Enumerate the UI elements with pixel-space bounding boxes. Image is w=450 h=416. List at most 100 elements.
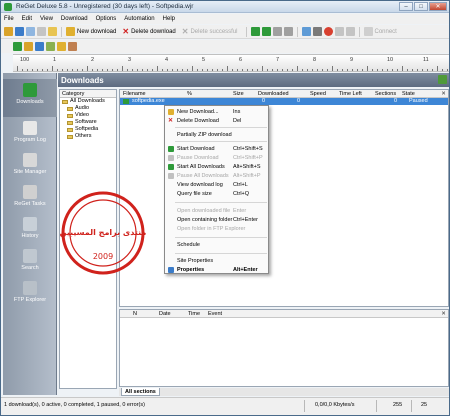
connect-button[interactable]: Connect	[363, 27, 397, 36]
ruler-tick	[167, 69, 168, 71]
context-item-view-log[interactable]: View download log Ctrl+L	[165, 181, 269, 189]
column-time-left[interactable]: Time Left	[339, 90, 362, 98]
speed-icon[interactable]	[345, 27, 355, 36]
menu-file[interactable]: File	[4, 16, 14, 22]
sidebar-item-site-manager[interactable]: Site Manager	[3, 151, 57, 181]
menu-edit[interactable]: Edit	[22, 16, 32, 22]
ruler-tick	[112, 69, 113, 71]
sidebar-item-ftp-explorer[interactable]: FTP Explorer	[3, 279, 57, 309]
delete-download-button[interactable]: ✕ Delete download	[122, 27, 175, 36]
log-column-n[interactable]: N	[133, 310, 137, 318]
list-view-icon[interactable]	[35, 42, 44, 51]
pause-all-icon	[168, 173, 174, 179]
log-column-time[interactable]: Time	[188, 310, 200, 318]
sidebar-item-search[interactable]: Search	[3, 247, 57, 277]
ruler-label: 8	[313, 57, 317, 63]
context-item-open-file[interactable]: Open downloaded file Enter	[165, 207, 269, 215]
category-icon[interactable]	[13, 42, 22, 51]
filter-icon[interactable]	[46, 42, 55, 51]
sidebar-item-program-log[interactable]: Program Log	[3, 119, 57, 149]
schedule-icon[interactable]	[301, 27, 311, 36]
ruler-tick	[412, 69, 413, 71]
tree-item-softpedia[interactable]: Softpedia	[60, 126, 116, 133]
stamp-text: منتدى برامج المسيبين	[60, 228, 147, 237]
sidebar-label: Site Manager	[13, 169, 47, 175]
column-speed[interactable]: Speed	[310, 90, 326, 98]
new-download-button[interactable]: New download	[66, 27, 116, 36]
sidebar-item-history[interactable]: History	[3, 215, 57, 245]
sidebar-item-downloads[interactable]: Downloads	[3, 79, 57, 117]
column-downloaded[interactable]: Downloaded	[258, 90, 289, 98]
column-filename[interactable]: Filename	[123, 90, 146, 98]
menu-options[interactable]: Options	[96, 16, 117, 22]
column-sections[interactable]: Sections	[375, 90, 396, 98]
sidebar-item-reget-tasks[interactable]: ReGet Tasks	[3, 183, 57, 213]
menu-help[interactable]: Help	[163, 16, 175, 22]
context-menu: New Download... Ins ✕ Delete Download De…	[164, 105, 269, 274]
import-icon[interactable]	[26, 27, 35, 36]
tree-item-others[interactable]: Others	[60, 133, 116, 140]
tree-item-all-downloads[interactable]: All Downloads	[60, 98, 116, 105]
export-icon[interactable]	[57, 42, 66, 51]
context-item-properties[interactable]: Properties Alt+Enter	[165, 266, 269, 274]
pause-icon[interactable]	[272, 27, 282, 36]
settings-icon[interactable]	[334, 27, 344, 36]
minimize-button[interactable]: –	[399, 2, 413, 11]
ruler-tick	[367, 66, 368, 71]
context-shortcut: Ctrl+Shift+P	[233, 155, 263, 161]
context-item-open-folder[interactable]: Open containing folder Ctrl+Enter	[165, 216, 269, 224]
ruler-tick	[407, 69, 408, 71]
menu-view[interactable]: View	[40, 16, 53, 22]
tree-item-software[interactable]: Software	[60, 119, 116, 126]
open-icon[interactable]	[4, 27, 13, 36]
close-button[interactable]: ✕	[429, 2, 447, 11]
column-size[interactable]: Size	[233, 90, 244, 98]
tree-label: All Downloads	[70, 98, 105, 104]
column-percent[interactable]: %	[187, 90, 192, 98]
start-all-icon[interactable]	[261, 27, 271, 36]
context-item-delete-download[interactable]: ✕ Delete Download Del	[165, 117, 269, 125]
tree-item-video[interactable]: Video	[60, 112, 116, 119]
context-item-pause-all[interactable]: Pause All Downloads Alt+Shift+P	[165, 172, 269, 180]
context-item-start-all[interactable]: Start All Downloads Alt+Shift+S	[165, 163, 269, 171]
context-item-site-properties[interactable]: Site Properties	[165, 257, 269, 265]
row-sections: 0	[394, 98, 398, 104]
log-column-date[interactable]: Date	[159, 310, 171, 318]
context-item-pause-download[interactable]: Pause Download Ctrl+Shift+P	[165, 154, 269, 162]
refresh-icon[interactable]	[37, 27, 46, 36]
stop-icon[interactable]	[323, 27, 333, 36]
context-item-partially-zip[interactable]: Partially ZIP download	[165, 131, 269, 139]
pause-all-icon[interactable]	[283, 27, 293, 36]
log-icon[interactable]	[312, 27, 322, 36]
log-header: N Date Time Event ✕	[120, 310, 448, 318]
context-item-new-download[interactable]: New Download... Ins	[165, 108, 269, 116]
speed-ruler[interactable]: 100 1 2 3 4 5 6 7 8 9 10 11	[13, 54, 449, 72]
menu-download[interactable]: Download	[61, 16, 88, 22]
context-item-schedule[interactable]: Schedule	[165, 241, 269, 249]
context-item-open-ftp-explorer[interactable]: Open folder in FTP Explorer	[165, 225, 269, 233]
tree-item-audio[interactable]: Audio	[60, 105, 116, 112]
ruler-tick	[387, 69, 388, 71]
log-column-event[interactable]: Event	[208, 310, 222, 318]
folder-open-icon[interactable]	[24, 42, 33, 51]
ruler-tick	[422, 69, 423, 71]
table-row[interactable]: softpedia.exe 0 0 0 Paused	[120, 98, 448, 105]
ruler-tick	[22, 69, 23, 71]
panel-menu-icon[interactable]	[438, 75, 447, 84]
tab-all-sections[interactable]: All sections	[121, 388, 160, 396]
ruler-tick	[357, 69, 358, 71]
context-item-query-size[interactable]: Query file size Ctrl+Q	[165, 190, 269, 198]
list-close-icon[interactable]: ✕	[440, 90, 447, 97]
save-icon[interactable]	[15, 27, 24, 36]
menu-automation[interactable]: Automation	[124, 16, 154, 22]
log-close-icon[interactable]: ✕	[440, 310, 447, 317]
start-icon[interactable]	[250, 27, 260, 36]
archive-icon[interactable]	[68, 42, 77, 51]
folder-icon[interactable]	[48, 27, 57, 36]
delete-successful-label: Delete successful	[190, 28, 238, 35]
maximize-button[interactable]: □	[414, 2, 428, 11]
context-label: Pause All Downloads	[177, 173, 229, 179]
delete-successful-button[interactable]: ✕ Delete successful	[182, 27, 238, 36]
context-item-start-download[interactable]: Start Download Ctrl+Shift+S	[165, 145, 269, 153]
column-state[interactable]: State	[402, 90, 415, 98]
